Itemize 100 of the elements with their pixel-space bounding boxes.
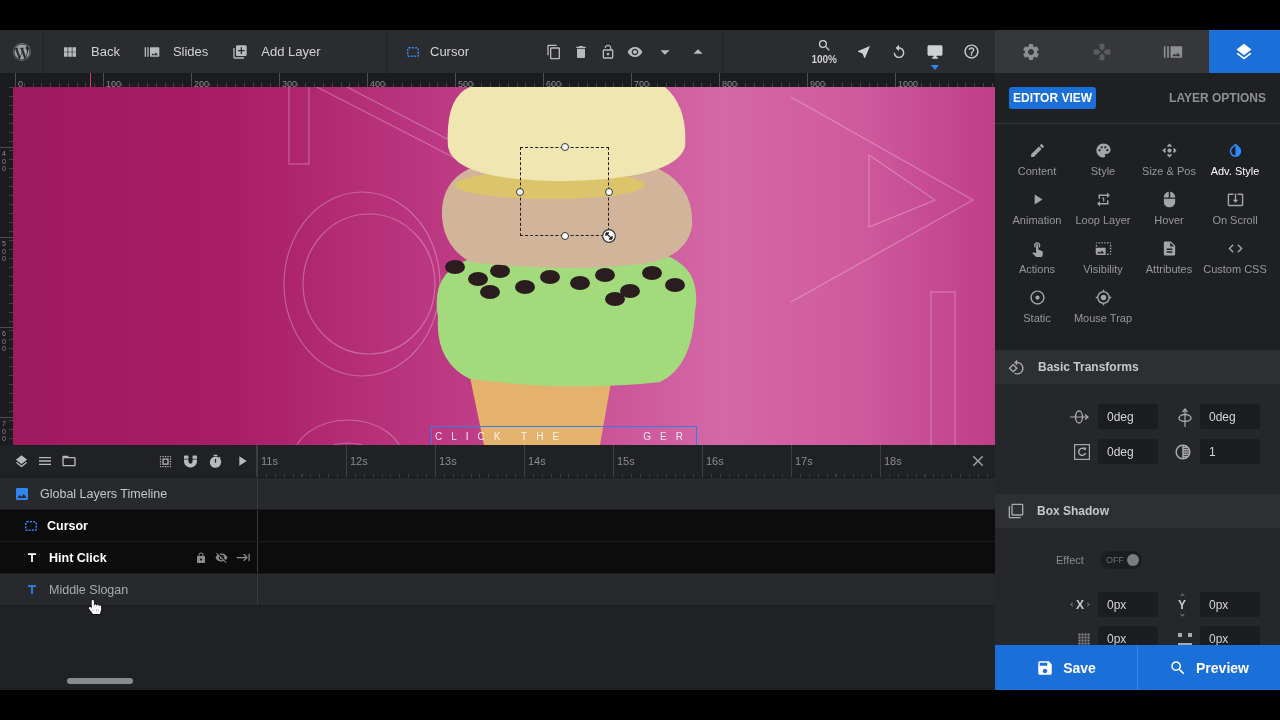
- layer-row[interactable]: Hint Click: [0, 541, 995, 573]
- panel-tab[interactable]: [1208, 30, 1280, 73]
- option-tab[interactable]: Static: [1004, 287, 1070, 336]
- panel-tab[interactable]: [1137, 30, 1209, 73]
- padlock-icon[interactable]: [600, 43, 616, 60]
- dashed-rectangle-icon: [407, 46, 419, 57]
- help-icon[interactable]: [963, 43, 980, 60]
- section-header[interactable]: Box Shadow: [995, 494, 1280, 528]
- layer-name: Cursor: [47, 518, 88, 533]
- option-tab[interactable]: Style: [1070, 140, 1136, 189]
- save-icon: [1036, 658, 1055, 677]
- pointer-arrow-icon[interactable]: [856, 43, 872, 60]
- hand-cursor-icon: [88, 600, 102, 614]
- timer-icon[interactable]: [208, 453, 223, 469]
- panel-tab[interactable]: [995, 30, 1067, 73]
- monitor-icon[interactable]: [926, 42, 944, 61]
- stacked-plus-icon: [232, 43, 249, 60]
- pencil-icon: [1028, 142, 1046, 159]
- editor-view-button[interactable]: EDITOR VIEW: [1009, 87, 1097, 109]
- crosshair-icon: [1094, 289, 1112, 306]
- dashed-rectangle-icon: [25, 520, 37, 531]
- caret-icon[interactable]: [931, 65, 939, 70]
- horizontal-axis-rotation-icon: [1070, 409, 1090, 424]
- zoom-button[interactable]: 100%: [811, 38, 837, 65]
- layer-row[interactable]: Cursor: [0, 509, 995, 541]
- section-header[interactable]: Basic Transforms: [995, 350, 1280, 384]
- input-field[interactable]: 0px: [1098, 592, 1158, 617]
- resize-handle[interactable]: [560, 232, 569, 240]
- logo-icon[interactable]: [12, 42, 31, 61]
- current-layer-name: Cursor: [430, 44, 469, 59]
- ruler-label: 100: [106, 79, 122, 87]
- image-frame-icon: [1094, 240, 1112, 257]
- option-tab[interactable]: Custom CSS: [1202, 238, 1268, 287]
- layers-icon[interactable]: [14, 453, 29, 469]
- nav-button[interactable]: Back: [62, 43, 120, 60]
- layer-row[interactable]: Middle Slogan: [0, 573, 995, 605]
- section-title: Basic Transforms: [1038, 360, 1139, 374]
- option-tab[interactable]: Visibility: [1070, 238, 1136, 287]
- repeat-icon: [1094, 191, 1112, 208]
- input-field[interactable]: 1: [1200, 439, 1260, 464]
- text-icon: [25, 582, 39, 597]
- effect-label: Effect: [1056, 554, 1084, 566]
- copy-icon[interactable]: [546, 43, 562, 60]
- ruler-label: 600: [546, 79, 562, 87]
- option-tab[interactable]: Size & Pos: [1136, 140, 1202, 189]
- option-tab[interactable]: On Scroll: [1202, 189, 1268, 238]
- magnet-icon[interactable]: [184, 454, 197, 468]
- horizontal-scrollbar[interactable]: [67, 678, 133, 684]
- time-label: 16s: [706, 455, 724, 467]
- undo-icon[interactable]: [891, 43, 907, 60]
- ruler-label: 200: [194, 79, 210, 87]
- input-field[interactable]: 0px: [1098, 626, 1158, 645]
- canvas-text: GER: [643, 431, 692, 442]
- resize-handle[interactable]: [516, 187, 524, 196]
- ruler-label: 1000: [898, 79, 919, 87]
- nav-button[interactable]: Add Layer: [232, 43, 321, 60]
- time-label: 12s: [350, 455, 368, 467]
- option-tab[interactable]: Content: [1004, 140, 1070, 189]
- vertical-axis-rotation-icon: [1178, 406, 1192, 427]
- input-field[interactable]: 0px: [1200, 592, 1260, 617]
- input-field[interactable]: 0deg: [1098, 404, 1158, 429]
- resize-handle[interactable]: [605, 187, 613, 196]
- option-tab[interactable]: Animation: [1004, 189, 1070, 238]
- ruler-label: 0: [18, 79, 23, 87]
- layer-name: Hint Click: [49, 550, 107, 565]
- dot-grid-icon: [1078, 632, 1090, 645]
- move-arrows-icon: [1160, 142, 1178, 159]
- dashed-select-icon[interactable]: [158, 453, 173, 469]
- action-button[interactable]: Save: [995, 645, 1137, 690]
- option-tab[interactable]: Adv. Style: [1202, 140, 1268, 189]
- layer-row[interactable]: Global Layers Timeline: [0, 477, 995, 509]
- folder-icon[interactable]: [61, 453, 77, 469]
- tray-arrow-icon: [1226, 191, 1244, 208]
- toggle-switch[interactable]: OFF: [1099, 551, 1142, 569]
- option-tab[interactable]: Loop Layer: [1070, 189, 1136, 238]
- input-field[interactable]: 0deg: [1200, 404, 1260, 429]
- option-tab[interactable]: Attributes: [1136, 238, 1202, 287]
- action-button[interactable]: Preview: [1137, 645, 1280, 690]
- corner-squares-icon: [1178, 632, 1192, 645]
- settings-icon: [1020, 41, 1041, 62]
- time-label: 14s: [528, 455, 546, 467]
- input-field[interactable]: 0deg: [1098, 439, 1158, 464]
- stacked-squares-icon: [1008, 503, 1024, 519]
- option-tab[interactable]: Actions: [1004, 238, 1070, 287]
- eye-slash-icon[interactable]: [215, 551, 228, 564]
- input-field[interactable]: 0px: [1200, 626, 1260, 645]
- time-label: 11s: [261, 455, 278, 467]
- trash-icon[interactable]: [573, 43, 589, 60]
- option-tab[interactable]: Mouse Trap: [1070, 287, 1136, 336]
- padlock-icon[interactable]: [195, 551, 207, 564]
- nav-button[interactable]: Slides: [143, 43, 209, 60]
- rotate-icon: [1008, 358, 1025, 376]
- layer-name: Middle Slogan: [49, 582, 129, 597]
- layer-name: Global Layers Timeline: [40, 486, 168, 501]
- resize-arrows-icon[interactable]: [602, 229, 616, 243]
- option-tab[interactable]: Hover: [1136, 189, 1202, 238]
- section-title: Box Shadow: [1037, 504, 1109, 518]
- resize-handle[interactable]: [560, 143, 569, 151]
- time-label: 15s: [617, 455, 635, 467]
- ruler-label: 700: [634, 79, 650, 87]
